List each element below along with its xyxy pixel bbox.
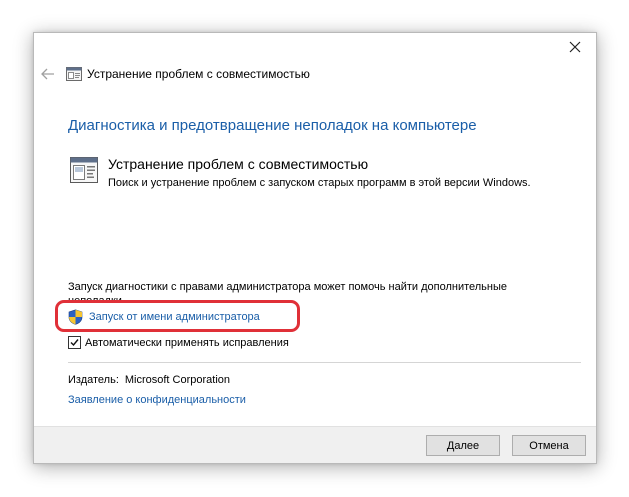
admin-info-line1: Запуск диагностики с правами администрат…	[68, 281, 508, 293]
next-button[interactable]: Далее	[426, 435, 500, 456]
window-title: Устранение проблем с совместимостью	[87, 67, 310, 81]
run-as-admin-link[interactable]: Запуск от имени администратора	[68, 308, 260, 326]
section-divider	[68, 362, 581, 363]
publisher-label: Издатель:	[68, 374, 119, 386]
admin-info-text: Запуск диагностики с правами администрат…	[68, 281, 568, 300]
tool-description: Поиск и устранение проблем с запуском ст…	[108, 177, 531, 189]
auto-fix-option[interactable]: Автоматически применять исправления	[68, 336, 289, 349]
auto-fix-checkbox[interactable]	[68, 336, 81, 349]
compatibility-tool-icon	[70, 157, 98, 183]
publisher-row: Издатель: Microsoft Corporation	[68, 374, 230, 386]
title-bar: Устранение проблем с совместимостью	[34, 59, 596, 89]
troubleshooter-icon	[66, 67, 82, 81]
checkmark-icon	[70, 339, 79, 347]
tool-title: Устранение проблем с совместимостью	[108, 156, 369, 172]
page-heading: Диагностика и предотвращение неполадок н…	[68, 117, 477, 134]
run-as-admin-label: Запуск от имени администратора	[89, 311, 260, 323]
uac-shield-icon	[68, 309, 83, 325]
publisher-value: Microsoft Corporation	[124, 374, 231, 386]
troubleshooter-window: Устранение проблем с совместимостью Диаг…	[33, 32, 597, 464]
auto-fix-label: Автоматически применять исправления	[85, 336, 289, 349]
back-arrow-icon	[41, 68, 54, 80]
dialog-footer: Далее Отмена	[34, 426, 596, 463]
back-button[interactable]	[40, 67, 56, 81]
cancel-button[interactable]: Отмена	[512, 435, 586, 456]
close-button[interactable]	[560, 35, 590, 59]
privacy-statement-link[interactable]: Заявление о конфиденциальности	[68, 394, 246, 406]
close-icon	[569, 41, 581, 53]
